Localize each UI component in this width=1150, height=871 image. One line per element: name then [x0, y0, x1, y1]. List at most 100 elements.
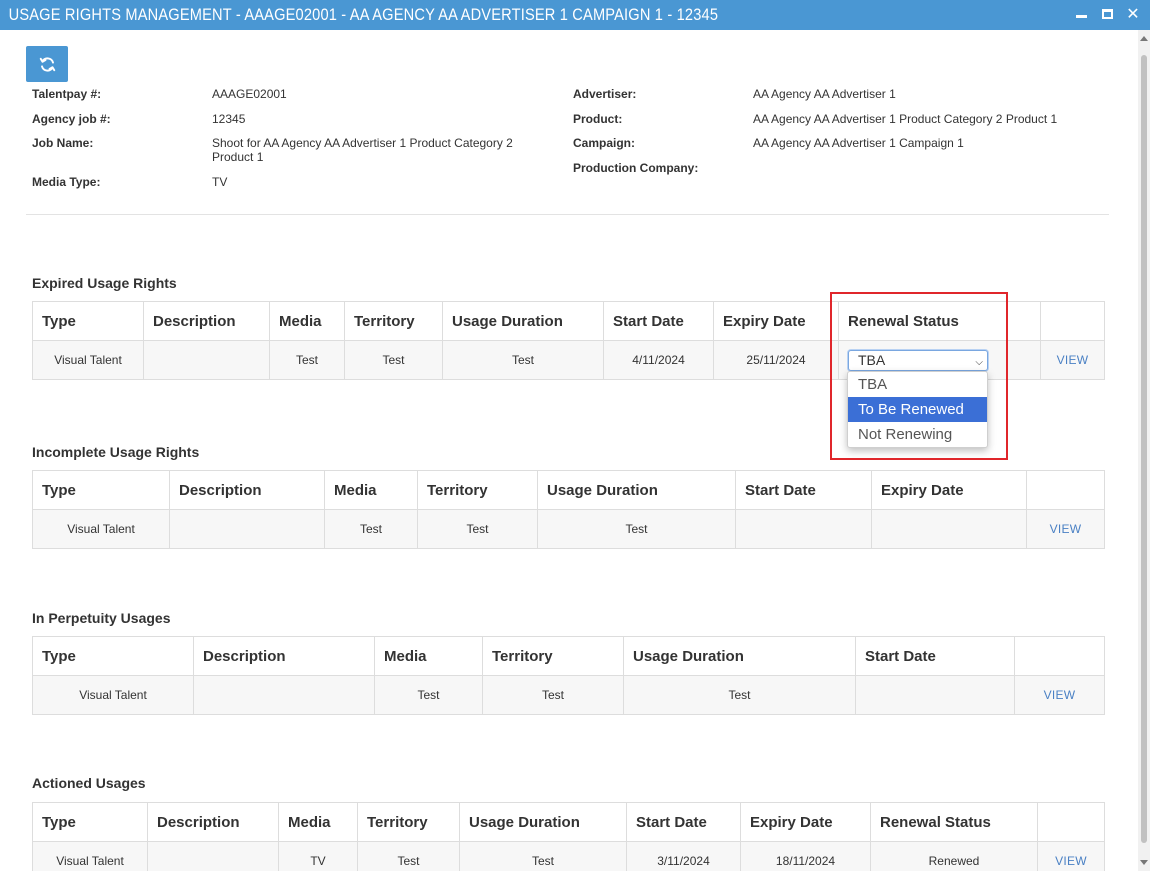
option-to-be-renewed[interactable]: To Be Renewed	[848, 397, 987, 422]
cell-type: Visual Talent	[32, 509, 170, 549]
expired-usage-table: Type Description Media Territory Usage D…	[32, 301, 1105, 380]
column-header-type[interactable]: Type	[32, 301, 144, 341]
advertiser-value: AA Agency AA Advertiser 1	[753, 87, 896, 101]
cell-type: Visual Talent	[32, 675, 194, 715]
column-header-type[interactable]: Type	[32, 802, 148, 842]
cell-type: Visual Talent	[32, 841, 148, 871]
media-type-label: Media Type:	[32, 175, 101, 189]
maximize-icon	[1101, 9, 1113, 19]
column-header-action	[1037, 802, 1105, 842]
incomplete-usage-table: Type Description Media Territory Usage D…	[32, 470, 1105, 549]
option-not-renewing[interactable]: Not Renewing	[848, 422, 987, 447]
cell-description	[143, 340, 270, 380]
refresh-button[interactable]	[26, 46, 68, 82]
job-name-label: Job Name:	[32, 136, 94, 150]
cell-media: Test	[269, 340, 345, 380]
cell-usage-duration: Test	[537, 509, 736, 549]
campaign-value: AA Agency AA Advertiser 1 Campaign 1	[753, 136, 964, 150]
column-header-usage-duration[interactable]: Usage Duration	[459, 802, 627, 842]
column-header-usage-duration[interactable]: Usage Duration	[442, 301, 604, 341]
cell-expiry-date: 18/11/2024	[740, 841, 871, 871]
cell-media: Test	[374, 675, 483, 715]
column-header-territory[interactable]: Territory	[344, 301, 443, 341]
option-tba[interactable]: TBA	[848, 372, 987, 397]
view-link[interactable]: VIEW	[1014, 675, 1105, 715]
view-link[interactable]: VIEW	[1040, 340, 1105, 380]
close-icon: ✕	[1126, 6, 1140, 23]
actioned-section-title: Actioned Usages	[32, 775, 146, 791]
cell-media: TV	[278, 841, 358, 871]
column-header-description[interactable]: Description	[147, 802, 279, 842]
column-header-expiry-date[interactable]: Expiry Date	[871, 470, 1027, 510]
column-header-renewal-status[interactable]: Renewal Status	[838, 301, 1041, 341]
table-header-row: Type Description Media Territory Usage D…	[32, 802, 1105, 842]
cell-start-date: 4/11/2024	[603, 340, 714, 380]
cell-start-date	[735, 509, 872, 549]
view-link[interactable]: VIEW	[1026, 509, 1105, 549]
cell-description	[169, 509, 325, 549]
agency-job-value: 12345	[212, 112, 246, 126]
cell-usage-duration: Test	[442, 340, 604, 380]
column-header-media[interactable]: Media	[374, 636, 483, 676]
cell-territory: Test	[357, 841, 460, 871]
cell-description	[193, 675, 375, 715]
column-header-expiry-date[interactable]: Expiry Date	[713, 301, 839, 341]
column-header-action	[1040, 301, 1105, 341]
maximize-button[interactable]	[1096, 3, 1118, 25]
minimize-button[interactable]	[1070, 3, 1092, 25]
main-content: Talentpay #: AAAGE02001 Agency job #: 12…	[0, 30, 1138, 871]
close-button[interactable]: ✕	[1122, 3, 1144, 25]
product-label: Product:	[573, 112, 623, 126]
renewal-status-selected-value: TBA	[858, 351, 886, 368]
column-header-territory[interactable]: Territory	[417, 470, 538, 510]
minimize-icon	[1075, 14, 1087, 18]
column-header-description[interactable]: Description	[193, 636, 375, 676]
cell-territory: Test	[417, 509, 538, 549]
column-header-type[interactable]: Type	[32, 636, 194, 676]
cell-expiry-date: 25/11/2024	[713, 340, 839, 380]
table-header-row: Type Description Media Territory Usage D…	[32, 470, 1105, 510]
column-header-description[interactable]: Description	[169, 470, 325, 510]
scroll-down-arrow-icon[interactable]	[1140, 860, 1148, 865]
scroll-up-arrow-icon[interactable]	[1140, 36, 1148, 41]
column-header-territory[interactable]: Territory	[482, 636, 624, 676]
talentpay-label: Talentpay #:	[32, 87, 102, 101]
perpetuity-section-title: In Perpetuity Usages	[32, 610, 171, 626]
column-header-action	[1026, 470, 1105, 510]
table-row: Visual Talent Test Test Test VIEW	[32, 509, 1105, 549]
column-header-description[interactable]: Description	[143, 301, 270, 341]
incomplete-section-title: Incomplete Usage Rights	[32, 444, 200, 460]
column-header-type[interactable]: Type	[32, 470, 170, 510]
column-header-expiry-date[interactable]: Expiry Date	[740, 802, 871, 842]
column-header-usage-duration[interactable]: Usage Duration	[623, 636, 856, 676]
column-header-start-date[interactable]: Start Date	[603, 301, 714, 341]
column-header-media[interactable]: Media	[324, 470, 418, 510]
expired-section-title: Expired Usage Rights	[32, 275, 177, 291]
column-header-renewal-status[interactable]: Renewal Status	[870, 802, 1038, 842]
window-titlebar: USAGE RIGHTS MANAGEMENT - AAAGE02001 - A…	[0, 0, 1150, 30]
talentpay-value: AAAGE02001	[212, 87, 287, 101]
table-header-row: Type Description Media Territory Usage D…	[32, 301, 1105, 341]
column-header-start-date[interactable]: Start Date	[735, 470, 872, 510]
column-header-start-date[interactable]: Start Date	[626, 802, 741, 842]
column-header-start-date[interactable]: Start Date	[855, 636, 1015, 676]
renewal-status-select[interactable]: TBA ⌵	[848, 349, 988, 371]
cell-expiry-date	[871, 509, 1027, 549]
view-link[interactable]: VIEW	[1037, 841, 1105, 871]
vertical-scrollbar[interactable]	[1138, 30, 1150, 871]
refresh-icon	[39, 56, 55, 72]
cell-description	[147, 841, 279, 871]
column-header-media[interactable]: Media	[278, 802, 358, 842]
column-header-usage-duration[interactable]: Usage Duration	[537, 470, 736, 510]
production-company-label: Production Company:	[573, 161, 699, 175]
job-name-value: Shoot for AA Agency AA Advertiser 1 Prod…	[212, 136, 513, 150]
actioned-usage-table: Type Description Media Territory Usage D…	[32, 802, 1105, 871]
product-value: AA Agency AA Advertiser 1 Product Catego…	[753, 112, 1058, 126]
scrollbar-thumb[interactable]	[1141, 55, 1147, 843]
column-header-media[interactable]: Media	[269, 301, 345, 341]
column-header-territory[interactable]: Territory	[357, 802, 460, 842]
advertiser-label: Advertiser:	[573, 87, 637, 101]
renewal-status-dropdown: TBA To Be Renewed Not Renewing	[847, 371, 988, 448]
media-type-value: TV	[212, 175, 228, 189]
chevron-down-icon: ⌵	[975, 356, 983, 368]
